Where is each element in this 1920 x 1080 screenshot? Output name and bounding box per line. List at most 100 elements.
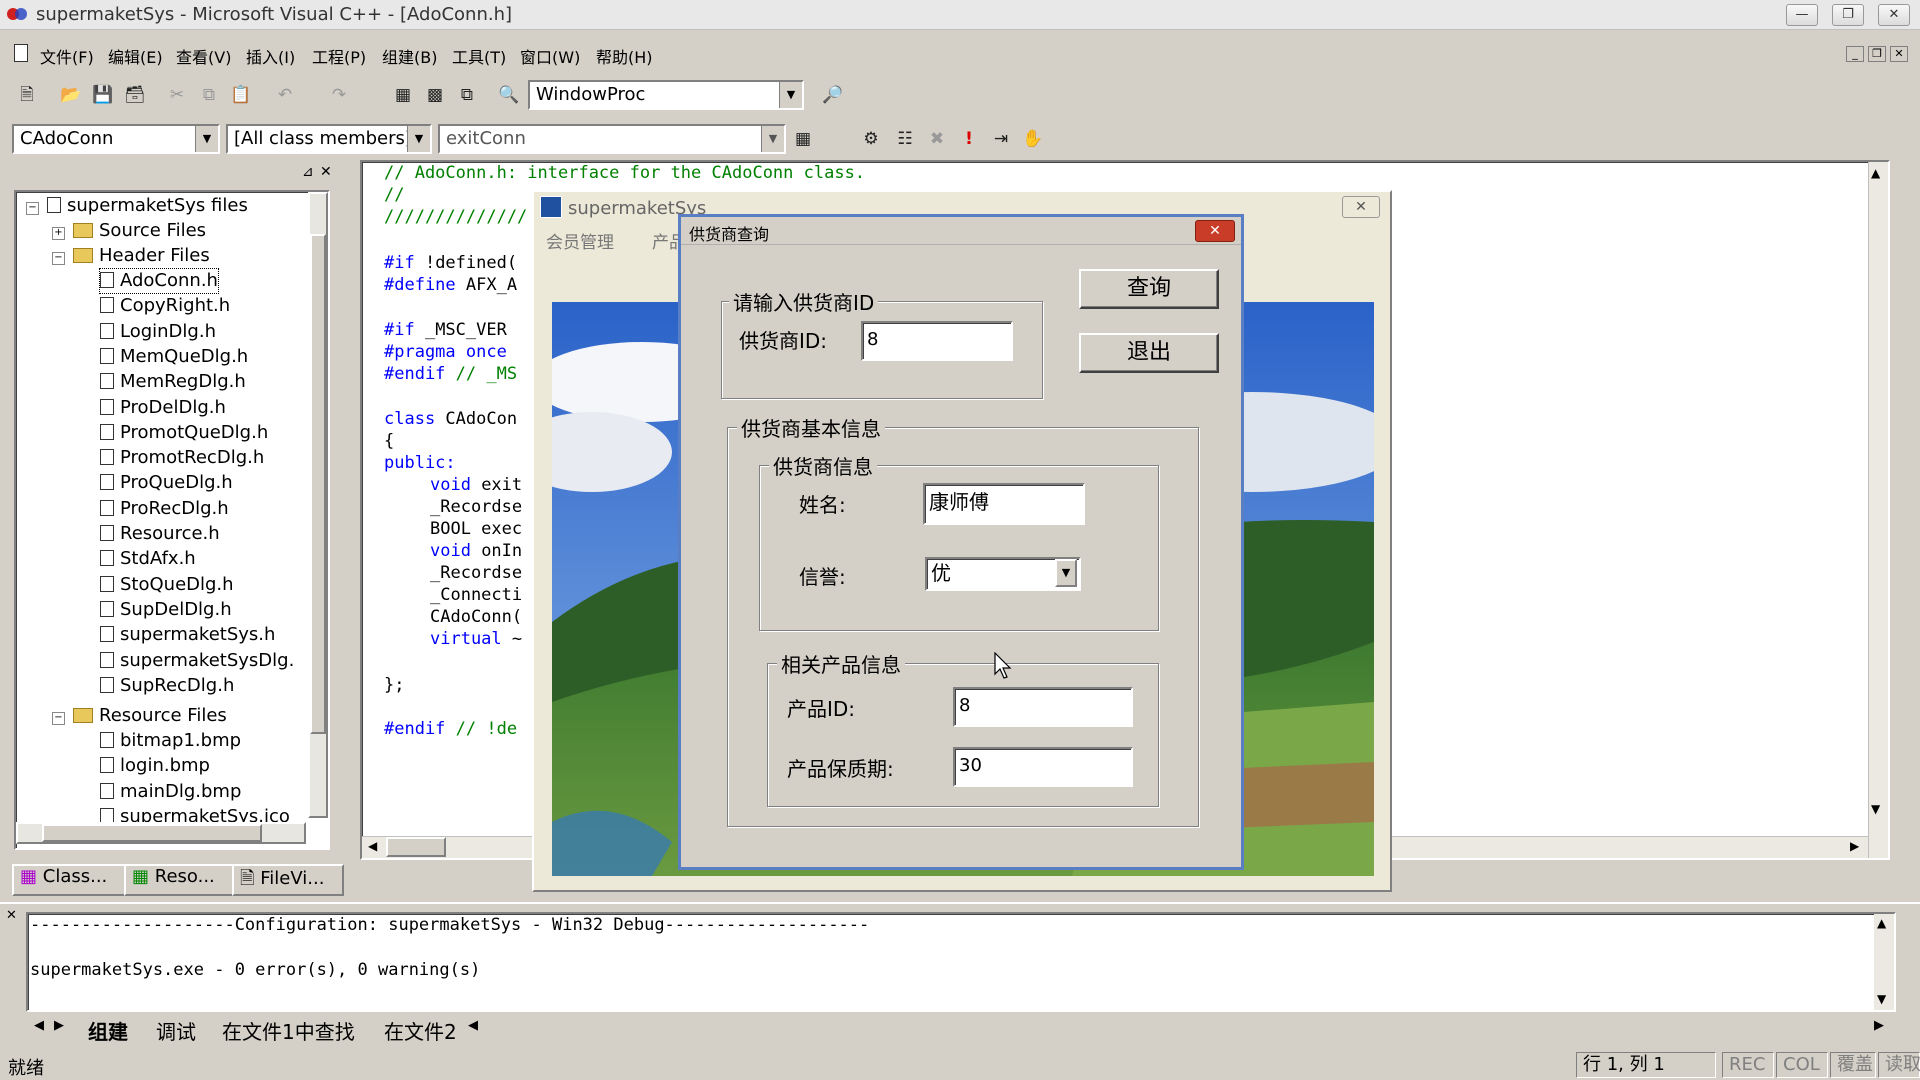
save-icon[interactable]: 💾 [90,82,116,108]
tree-file[interactable]: MemRegDlg.h [100,370,246,394]
cut-icon[interactable]: ✂ [164,82,190,108]
tree-file[interactable]: SupRecDlg.h [100,674,234,698]
menu-file[interactable]: 文件(F) [40,44,94,68]
scroll-right-icon[interactable]: ▶ [1850,839,1859,853]
scroll-left-icon[interactable]: ◀ [368,839,377,853]
scroll-thumb[interactable] [386,837,446,857]
tree-folder-resource[interactable]: − Resource Files [52,704,227,728]
menu-window[interactable]: 窗口(W) [520,44,580,68]
tab-build[interactable]: 组建 [88,1016,128,1045]
tree-file[interactable]: ProRecDlg.h [100,497,229,521]
scroll-down-icon[interactable]: ▼ [1877,992,1886,1006]
tree-folder-source[interactable]: + Source Files [52,219,206,243]
tree-file[interactable]: Resource.h [100,522,220,546]
supplier-id-input[interactable]: 8 [861,321,1013,361]
main-dialog-close-button[interactable]: ✕ [1342,196,1380,218]
tree-file[interactable]: supermaketSysDlg. [100,649,294,673]
go-icon[interactable]: ⇥ [988,126,1014,152]
member-combo[interactable]: exitConn ▼ [438,124,786,154]
mdi-restore-button[interactable]: ❐ [1868,46,1886,62]
supplier-query-dialog[interactable]: 供货商查询 ✕ 请输入供货商ID 供货商ID: 8 查询 退出 供货商基本信息 … [678,214,1244,870]
window-list-icon[interactable]: ⧉ [454,82,480,108]
tree-file[interactable]: supermaketSys.h [100,623,275,647]
tab-debug[interactable]: 调试 [156,1016,196,1045]
exit-button[interactable]: 退出 [1079,333,1219,373]
scroll-down-icon[interactable]: ▼ [1871,802,1880,816]
collapse-icon[interactable]: − [52,712,65,725]
open-folder-icon[interactable]: 📂 [58,82,84,108]
tree-root[interactable]: − supermaketSys files [26,194,248,218]
tab-scroll-left-icon[interactable]: ◀ [34,1018,44,1033]
filter-combo[interactable]: [All class members] ▼ [226,124,432,154]
collapse-icon[interactable]: − [52,252,65,265]
execute-icon[interactable]: ! [956,126,982,152]
tree-file[interactable]: MemQueDlg.h [100,345,248,369]
tree-file[interactable]: ProQueDlg.h [100,471,233,495]
compile-icon[interactable]: ⚙ [858,126,884,152]
scroll-thumb[interactable] [310,234,326,734]
tree-vscrollbar[interactable] [308,192,328,818]
menu-help[interactable]: 帮助(H) [596,44,653,68]
menu-tools[interactable]: 工具(T) [452,44,506,68]
scroll-up-icon[interactable]: ▲ [1871,166,1880,180]
credit-select[interactable]: 优 ▼ [925,557,1081,591]
tree-file[interactable]: StoQueDlg.h [100,573,234,597]
redo-icon[interactable]: ↷ [326,82,352,108]
supplier-dialog-close-button[interactable]: ✕ [1195,220,1235,242]
search-tool-icon[interactable]: 🔎 [820,82,846,108]
close-window-button[interactable]: ✕ [1878,4,1910,26]
menu-insert[interactable]: 插入(I) [246,44,295,68]
output-close-icon[interactable]: ✕ [6,908,17,923]
panel-pin-icon[interactable]: ⊿ [302,164,314,180]
chevron-down-icon[interactable]: ▼ [195,126,218,152]
chevron-down-icon[interactable]: ▼ [761,126,784,152]
output-window[interactable]: --------------------Configuration: super… [26,912,1896,1012]
tab-resourceview[interactable]: ▦ Reso... [124,864,240,896]
tab-scroll-right-icon[interactable]: ▶ [54,1018,64,1033]
query-button[interactable]: 查询 [1079,269,1219,309]
menu-view[interactable]: 查看(V) [176,44,231,68]
tree-file[interactable]: CopyRight.h [100,294,230,318]
copy-icon[interactable]: ⧉ [196,82,222,108]
product-id-input[interactable]: 8 [953,687,1133,727]
tab-fileview[interactable]: 🗎 FileVi... [232,864,344,896]
tab-hscroll-left-icon[interactable]: ◀ [468,1018,478,1033]
scroll-thumb[interactable] [42,824,262,842]
tree-folder-header[interactable]: − Header Files [52,244,210,268]
mdi-minimize-button[interactable]: _ [1846,46,1864,62]
breakpoint-hand-icon[interactable]: ✋ [1020,126,1046,152]
paste-icon[interactable]: 📋 [228,82,254,108]
tree-file[interactable]: mainDlg.bmp [100,780,241,804]
menu-project[interactable]: 工程(P) [312,44,366,68]
chevron-down-icon[interactable]: ▼ [407,126,430,152]
shelf-life-input[interactable]: 30 [953,747,1133,787]
tree-file[interactable]: login.bmp [100,754,210,778]
minimize-button[interactable]: — [1786,4,1818,26]
stop-build-icon[interactable]: ✖ [924,126,950,152]
output-window-icon[interactable]: ▩ [422,82,448,108]
tab-classview[interactable]: ▦ Class... [12,864,134,896]
tree-hscrollbar[interactable] [16,822,306,844]
tree-file[interactable]: StdAfx.h [100,547,196,571]
editor-vscrollbar[interactable]: ▲ ▼ [1868,162,1888,858]
class-combo[interactable]: CAdoConn ▼ [12,124,220,154]
menu-edit[interactable]: 编辑(E) [108,44,163,68]
save-all-icon[interactable]: 🗃 [122,82,148,108]
tab-find1[interactable]: 在文件1中查找 [222,1016,355,1045]
workspace-icon[interactable]: ▦ [390,82,416,108]
new-file-icon[interactable]: 🗎 [14,82,40,108]
tree-file[interactable]: SupDelDlg.h [100,598,232,622]
function-combo[interactable]: WindowProc ▼ [528,80,804,110]
collapse-icon[interactable]: − [26,202,39,215]
find-in-files-icon[interactable]: 🔍 [496,82,522,108]
menu-build[interactable]: 组建(B) [382,44,437,68]
chevron-down-icon[interactable]: ▼ [779,82,802,108]
output-vscrollbar[interactable]: ▲ ▼ [1874,914,1894,1010]
tree-file[interactable]: bitmap1.bmp [100,729,241,753]
expand-icon[interactable]: + [52,227,65,240]
tree-file[interactable]: LoginDlg.h [100,320,216,344]
name-input[interactable]: 康师傅 [923,483,1085,525]
tree-file[interactable]: PromotRecDlg.h [100,446,264,470]
scroll-up-icon[interactable]: ▲ [1877,916,1886,930]
restore-button[interactable]: ❐ [1832,4,1864,26]
